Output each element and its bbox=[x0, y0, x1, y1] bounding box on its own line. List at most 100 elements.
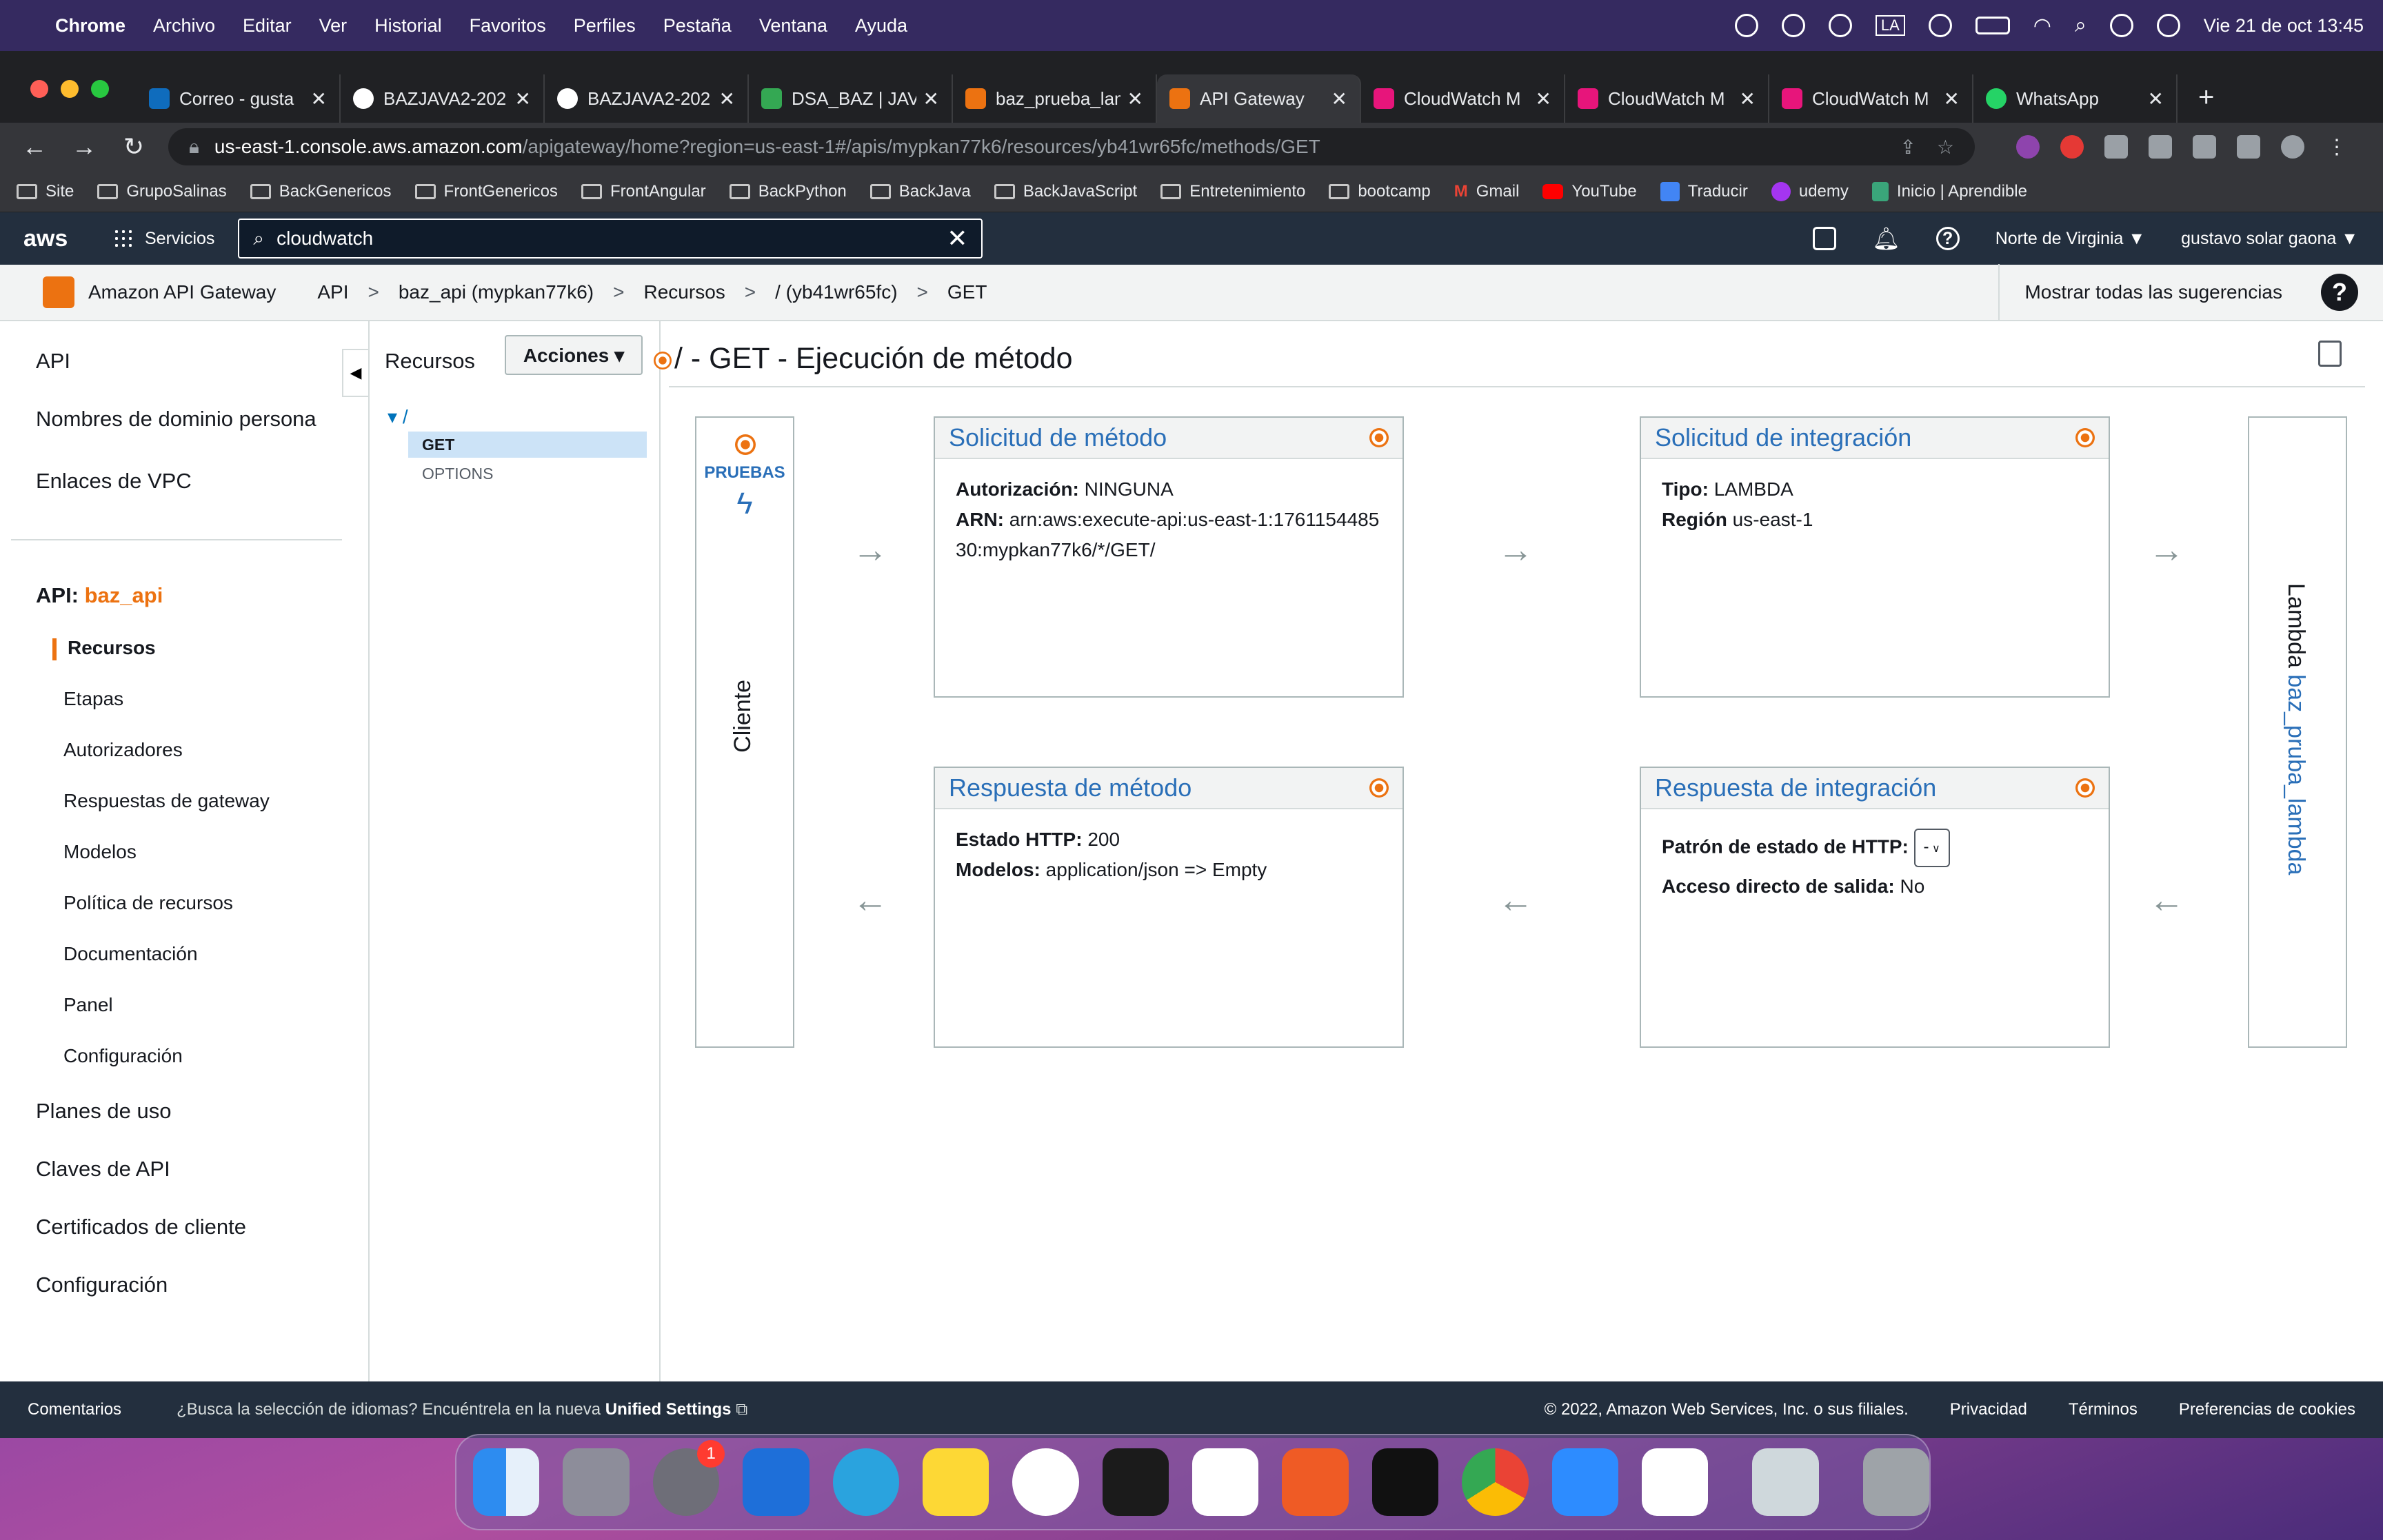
nav-dashboard[interactable]: Panel bbox=[63, 994, 113, 1016]
bookmark-folder[interactable]: BackGenericos bbox=[250, 182, 392, 201]
bookmark-youtube[interactable]: YouTube bbox=[1542, 182, 1637, 201]
method-request-link[interactable]: Solicitud de método bbox=[949, 423, 1167, 452]
input-source-indicator[interactable]: LA bbox=[1875, 15, 1905, 36]
cookie-preferences-link[interactable]: Preferencias de cookies bbox=[2179, 1400, 2355, 1419]
account-menu[interactable]: gustavo solar gaona ▼ bbox=[2181, 229, 2358, 249]
browser-tab[interactable]: CloudWatch M ✕ bbox=[1565, 74, 1769, 123]
menu-historial[interactable]: Historial bbox=[374, 15, 442, 37]
telegram-icon[interactable] bbox=[832, 1448, 899, 1516]
nav-api[interactable]: API bbox=[36, 349, 70, 374]
nav-resource-policy[interactable]: Política de recursos bbox=[63, 892, 233, 914]
breadcrumb-api-name[interactable]: baz_api (mypkan77k6) bbox=[399, 281, 594, 303]
xcode-icon[interactable] bbox=[743, 1448, 810, 1516]
minimize-window-button[interactable] bbox=[61, 80, 79, 98]
finder-icon[interactable] bbox=[473, 1448, 540, 1516]
new-tab-icon[interactable]: + bbox=[2198, 82, 2214, 113]
postman-icon[interactable] bbox=[1282, 1448, 1349, 1516]
nav-stages[interactable]: Etapas bbox=[63, 688, 123, 710]
nav-models[interactable]: Modelos bbox=[63, 841, 137, 863]
status-pattern-select[interactable]: - ∨ bbox=[1913, 829, 1950, 867]
breadcrumb-resources[interactable]: Recursos bbox=[644, 281, 725, 303]
region-selector[interactable]: Norte de Virginia ▼ bbox=[1995, 229, 2145, 249]
notes-icon[interactable] bbox=[922, 1448, 989, 1516]
browser-tab-active[interactable]: API Gateway ✕ bbox=[1157, 74, 1361, 123]
spotlight-search-icon[interactable]: ⌕ bbox=[2075, 14, 2087, 37]
play-icon[interactable] bbox=[1928, 14, 1952, 37]
actions-dropdown[interactable]: Acciones ▾ bbox=[505, 335, 643, 375]
mongodb-compass-icon[interactable] bbox=[1012, 1448, 1079, 1516]
breadcrumb-resource[interactable]: / (yb41wr65fc) bbox=[775, 281, 897, 303]
terminal-icon[interactable] bbox=[1371, 1448, 1439, 1516]
menu-ver[interactable]: Ver bbox=[319, 15, 348, 37]
cloud-status-icon[interactable] bbox=[1734, 14, 1758, 37]
browser-tab[interactable]: baz_prueba_lam ✕ bbox=[953, 74, 1157, 123]
show-suggestions-link[interactable]: Mostrar todas las sugerencias bbox=[1998, 264, 2307, 321]
help-icon[interactable]: ? bbox=[2321, 274, 2358, 311]
nav-vpc-links[interactable]: Enlaces de VPC bbox=[36, 469, 192, 494]
siri-icon[interactable] bbox=[2156, 14, 2180, 37]
menu-favoritos[interactable]: Favoritos bbox=[470, 15, 546, 37]
browser-tab[interactable]: WhatsApp ✕ bbox=[1973, 74, 2178, 123]
close-tab-icon[interactable]: ✕ bbox=[1331, 88, 1347, 110]
share-icon[interactable]: ⇪ bbox=[1900, 136, 1916, 159]
integration-response-link[interactable]: Respuesta de integración bbox=[1655, 773, 1936, 802]
close-tab-icon[interactable]: ✕ bbox=[923, 88, 939, 110]
browser-tab[interactable]: BAZJAVA2-202 ✕ bbox=[341, 74, 545, 123]
nav-api-keys[interactable]: Claves de API bbox=[36, 1157, 170, 1182]
bookmark-star-icon[interactable]: ☆ bbox=[1937, 136, 1954, 159]
menu-ayuda[interactable]: Ayuda bbox=[855, 15, 907, 37]
profile-avatar-icon[interactable] bbox=[2281, 135, 2304, 159]
bookmark-gmail[interactable]: M Gmail bbox=[1454, 182, 1520, 201]
menu-archivo[interactable]: Archivo bbox=[153, 15, 215, 37]
lock-icon[interactable]: 🔒︎ bbox=[189, 136, 199, 159]
battery-icon[interactable] bbox=[1975, 17, 2010, 34]
notifications-bell-icon[interactable]: 🔔︎ bbox=[1872, 225, 1900, 252]
method-get[interactable]: GET bbox=[408, 432, 647, 458]
method-options[interactable]: OPTIONS bbox=[422, 465, 494, 483]
browser-tab[interactable]: Correo - gusta ✕ bbox=[137, 74, 341, 123]
vpn-icon[interactable] bbox=[1781, 14, 1805, 37]
trash-icon[interactable] bbox=[1862, 1448, 1929, 1516]
service-name[interactable]: Amazon API Gateway bbox=[88, 281, 276, 303]
lambda-function-link[interactable]: baz_pruba_lambda bbox=[2283, 674, 2309, 875]
bookmark-udemy[interactable]: udemy bbox=[1771, 181, 1849, 201]
wifi-icon[interactable]: ◠ bbox=[2033, 14, 2051, 38]
nav-client-certificates[interactable]: Certificados de cliente bbox=[36, 1215, 246, 1239]
bookmark-folder[interactable]: FrontAngular bbox=[581, 182, 706, 201]
preview-icon[interactable] bbox=[1752, 1448, 1819, 1516]
address-bar[interactable]: 🔒︎ us-east-1.console.aws.amazon.com/apig… bbox=[168, 128, 1975, 165]
intellij-icon[interactable] bbox=[1102, 1448, 1169, 1516]
close-tab-icon[interactable]: ✕ bbox=[2148, 88, 2164, 110]
extension-icon[interactable] bbox=[2104, 135, 2128, 159]
help-circle-icon[interactable]: ? bbox=[1935, 227, 1960, 250]
cloudshell-icon[interactable] bbox=[1813, 227, 1837, 250]
browser-tab[interactable]: BAZJAVA2-202 ✕ bbox=[545, 74, 749, 123]
launchpad-icon[interactable] bbox=[563, 1448, 630, 1516]
chrome-icon[interactable] bbox=[1462, 1448, 1529, 1516]
bookmark-folder[interactable]: GrupoSalinas bbox=[97, 182, 227, 201]
close-tab-icon[interactable]: ✕ bbox=[515, 88, 531, 110]
collapse-nav-icon[interactable]: ◀ bbox=[342, 349, 370, 397]
resource-tree-root[interactable]: ▾ / bbox=[388, 405, 408, 428]
services-menu[interactable]: Servicios bbox=[113, 228, 214, 249]
menu-editar[interactable]: Editar bbox=[243, 15, 292, 37]
test-link[interactable]: PRUEBAS bbox=[696, 463, 793, 483]
integration-request-link[interactable]: Solicitud de integración bbox=[1655, 423, 1911, 452]
bookmark-folder[interactable]: BackJava bbox=[869, 182, 971, 201]
bookmark-aprendible[interactable]: Inicio | Aprendible bbox=[1871, 181, 2027, 201]
menu-app-name[interactable]: Chrome bbox=[55, 15, 125, 37]
bookmark-folder[interactable]: bootcamp bbox=[1329, 182, 1431, 201]
nav-usage-plans[interactable]: Planes de uso bbox=[36, 1099, 171, 1124]
nav-api-settings[interactable]: Configuración bbox=[63, 1045, 183, 1067]
bookmark-folder[interactable]: BackPython bbox=[729, 182, 847, 201]
lightning-icon[interactable]: ϟ bbox=[696, 487, 793, 521]
menu-ventana[interactable]: Ventana bbox=[759, 15, 827, 37]
menubar-clock[interactable]: Vie 21 de oct 13:45 bbox=[2204, 15, 2364, 37]
nav-gateway-responses[interactable]: Respuestas de gateway bbox=[63, 790, 270, 812]
menu-perfiles[interactable]: Perfiles bbox=[574, 15, 636, 37]
bookmark-folder[interactable]: FrontGenericos bbox=[414, 182, 558, 201]
close-tab-icon[interactable]: ✕ bbox=[1740, 88, 1756, 110]
aws-logo[interactable]: aws bbox=[23, 225, 72, 252]
menu-pestana[interactable]: Pestaña bbox=[663, 15, 732, 37]
control-center-icon[interactable] bbox=[2109, 14, 2133, 37]
